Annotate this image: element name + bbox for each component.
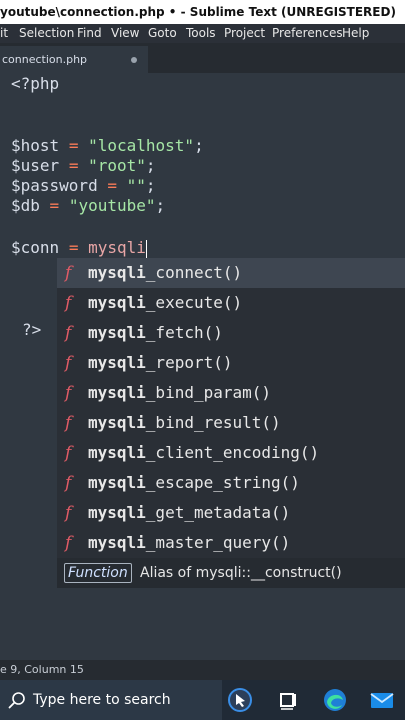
cortana-icon[interactable] <box>226 686 254 714</box>
autocomplete-item-master-query[interactable]: f mysqli_master_query() <box>57 528 405 558</box>
menu-preferences[interactable]: Preferences <box>272 24 343 43</box>
taskbar-search-box[interactable]: Type here to search <box>0 680 222 720</box>
code-line-db: $db = "youtube"; <box>11 196 166 215</box>
cursor-position: e 9, Column 15 <box>0 663 84 676</box>
window-title: youtube\connection.php • - Sublime Text … <box>0 5 396 19</box>
function-icon: f <box>65 263 72 283</box>
taskbar: Type here to search <box>0 680 405 720</box>
code-line-conn: $conn = mysqli <box>11 238 147 258</box>
code-line-user: $user = "root"; <box>11 156 156 175</box>
function-icon: f <box>65 413 72 433</box>
menu-tools[interactable]: Tools <box>186 24 216 43</box>
autocomplete-item-client-encoding[interactable]: f mysqli_client_encoding() <box>57 438 405 468</box>
autocomplete-item-execute[interactable]: f mysqli_execute() <box>57 288 405 318</box>
function-icon: f <box>65 323 72 343</box>
search-placeholder: Type here to search <box>33 692 171 708</box>
kind-badge[interactable]: Function <box>64 563 132 583</box>
function-icon: f <box>65 533 72 553</box>
text-cursor <box>145 239 147 258</box>
autocomplete-item-get-metadata[interactable]: f mysqli_get_metadata() <box>57 498 405 528</box>
status-bar: e 9, Column 15 <box>0 660 405 680</box>
autocomplete-item-report[interactable]: f mysqli_report() <box>57 348 405 378</box>
detail-description: Alias of mysqli::__construct() <box>140 565 342 581</box>
autocomplete-item-bind-param[interactable]: f mysqli_bind_param() <box>57 378 405 408</box>
function-icon: f <box>65 473 72 493</box>
function-icon: f <box>65 383 72 403</box>
autocomplete-item-escape-string[interactable]: f mysqli_escape_string() <box>57 468 405 498</box>
code-line-password: $password = ""; <box>11 176 156 195</box>
menu-project[interactable]: Project <box>224 24 265 43</box>
code-line-php-close: ?> <box>22 320 42 339</box>
autocomplete-item-connect[interactable]: f mysqli_connect() <box>57 258 405 288</box>
tab-connection-php[interactable]: connection.php <box>0 46 148 73</box>
menu-bar: it Selection Find View Goto Tools Projec… <box>0 24 405 43</box>
autocomplete-item-bind-result[interactable]: f mysqli_bind_result() <box>57 408 405 438</box>
tab-label: connection.php <box>2 53 88 66</box>
menu-find[interactable]: Find <box>77 24 102 43</box>
edge-browser-icon[interactable] <box>321 686 349 714</box>
function-icon: f <box>65 443 72 463</box>
unsaved-dot-icon[interactable] <box>131 57 137 63</box>
function-icon: f <box>65 353 72 373</box>
menu-goto[interactable]: Goto <box>148 24 177 43</box>
code-line-host: $host = "localhost"; <box>11 136 204 155</box>
function-icon: f <box>65 293 72 313</box>
menu-view[interactable]: View <box>111 24 139 43</box>
menu-selection[interactable]: Selection <box>19 24 74 43</box>
task-view-icon[interactable] <box>274 686 302 714</box>
window-title-bar: youtube\connection.php • - Sublime Text … <box>0 0 405 24</box>
search-icon <box>8 692 25 709</box>
autocomplete-detail: Function Alias of mysqli::__construct() <box>57 558 405 588</box>
tab-bar: connection.php <box>0 43 405 73</box>
menu-help[interactable]: Help <box>342 24 369 43</box>
autocomplete-popup: f mysqli_connect() f mysqli_execute() f … <box>57 258 405 558</box>
mail-icon[interactable] <box>368 686 396 714</box>
menu-edit[interactable]: it <box>0 24 8 43</box>
code-line-php-open: <?php <box>11 74 60 93</box>
autocomplete-item-fetch[interactable]: f mysqli_fetch() <box>57 318 405 348</box>
function-icon: f <box>65 503 72 523</box>
